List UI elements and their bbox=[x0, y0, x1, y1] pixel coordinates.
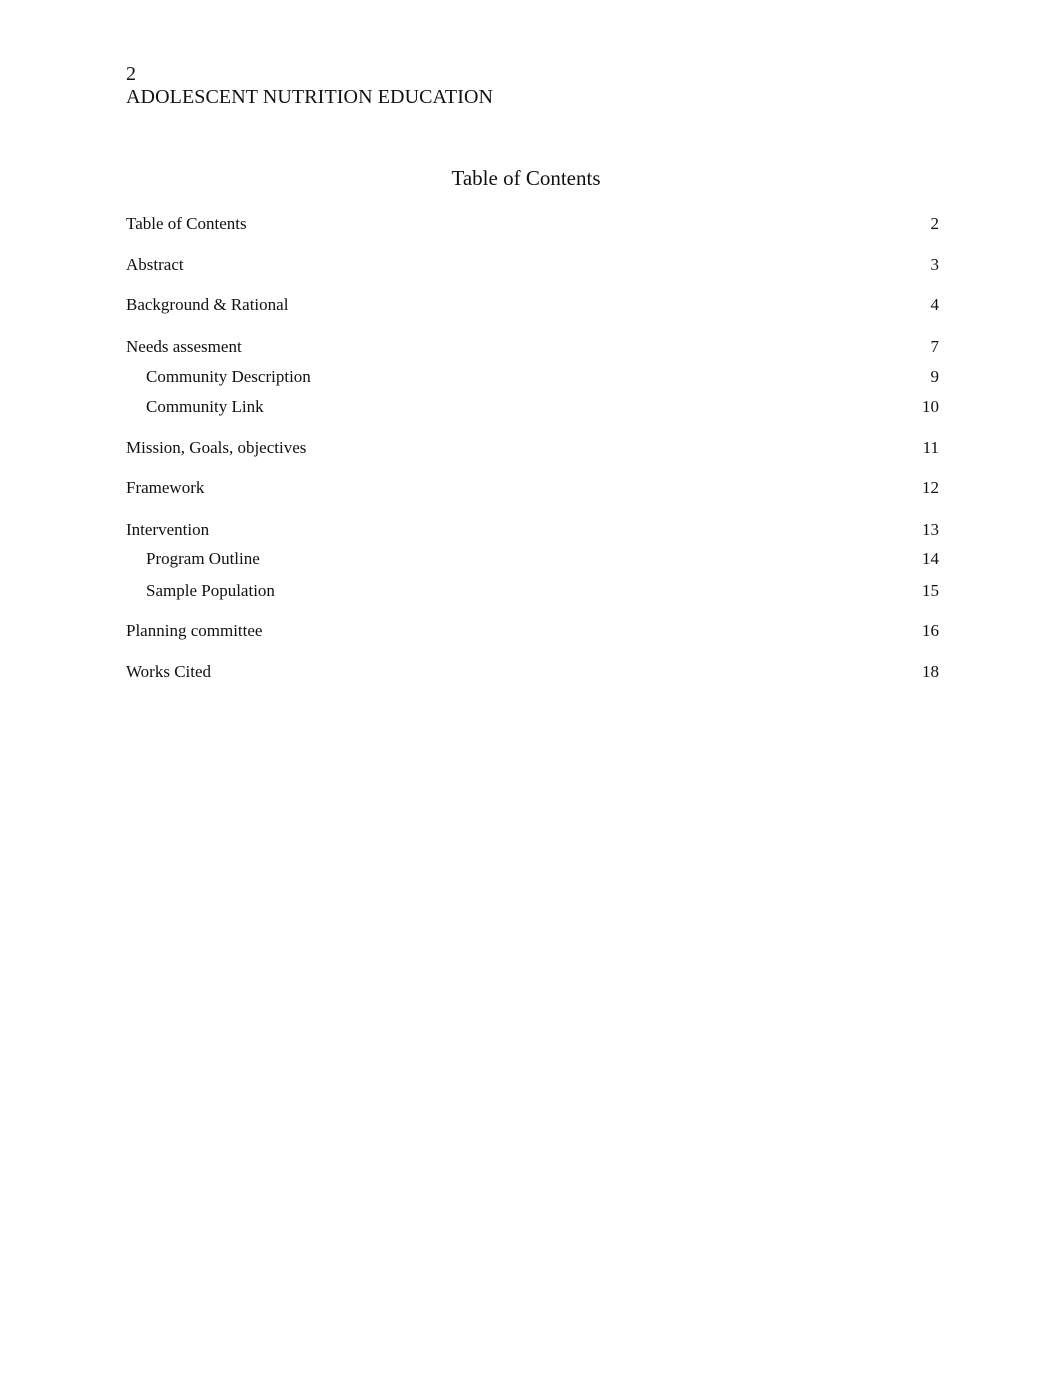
toc-entry-page: 11 bbox=[922, 438, 939, 457]
toc-entry-page: 3 bbox=[930, 255, 940, 274]
toc-entry-needs-assessment[interactable]: Needs assesment 7 bbox=[126, 336, 939, 358]
toc-entry-label: Framework bbox=[126, 478, 205, 497]
toc-entry-page: 10 bbox=[922, 397, 939, 416]
toc-entry-label: Abstract bbox=[126, 255, 184, 274]
page-number: 2 bbox=[126, 63, 136, 85]
toc-entry-label: Program Outline bbox=[146, 549, 260, 568]
toc-entry-label: Community Description bbox=[146, 367, 311, 386]
toc-entry-framework[interactable]: Framework 12 bbox=[126, 477, 939, 499]
toc-entry-page: 15 bbox=[922, 581, 939, 600]
toc-entry-background[interactable]: Background & Rational 4 bbox=[126, 294, 939, 316]
toc-entry-page: 7 bbox=[930, 337, 940, 356]
toc-entry-sample-population[interactable]: Sample Population 15 bbox=[126, 580, 939, 602]
toc-title: Table of Contents bbox=[451, 166, 601, 190]
toc-entry-page: 2 bbox=[930, 214, 940, 233]
toc-entry-label: Table of Contents bbox=[126, 214, 247, 233]
toc-entry-label: Community Link bbox=[146, 397, 264, 416]
toc-entry-label: Needs assesment bbox=[126, 337, 242, 356]
toc-entry-works-cited[interactable]: Works Cited 18 bbox=[126, 661, 939, 683]
toc-entry-label: Planning committee bbox=[126, 621, 263, 640]
toc-entry-abstract[interactable]: Abstract 3 bbox=[126, 254, 939, 276]
toc-entry-label: Intervention bbox=[126, 520, 210, 539]
toc-entry-label: Mission, Goals, objectives bbox=[126, 438, 307, 457]
toc-entry-label: Background & Rational bbox=[126, 295, 289, 314]
toc-entry-table-of-contents[interactable]: Table of Contents 2 bbox=[126, 213, 939, 235]
toc-entry-planning-committee[interactable]: Planning committee 16 bbox=[126, 620, 939, 642]
toc-entry-label: Works Cited bbox=[126, 662, 212, 681]
toc-entry-community-link[interactable]: Community Link 10 bbox=[126, 396, 939, 418]
toc-entry-intervention[interactable]: Intervention 13 bbox=[126, 519, 939, 541]
toc-entry-page: 12 bbox=[922, 478, 939, 497]
toc-entry-page: 9 bbox=[930, 367, 940, 386]
running-head: ADOLESCENT NUTRITION EDUCATION bbox=[126, 86, 494, 108]
toc-entry-page: 13 bbox=[922, 520, 939, 539]
toc-entry-program-outline[interactable]: Program Outline 14 bbox=[126, 548, 939, 570]
toc-entry-page: 18 bbox=[922, 662, 939, 681]
toc-entry-page: 14 bbox=[922, 549, 939, 568]
toc-entry-label: Sample Population bbox=[146, 581, 275, 600]
toc-entry-page: 4 bbox=[930, 295, 940, 314]
toc-entry-community-description[interactable]: Community Description 9 bbox=[126, 366, 939, 388]
toc-entry-page: 16 bbox=[922, 621, 939, 640]
toc-entry-mission[interactable]: Mission, Goals, objectives 11 bbox=[126, 437, 939, 459]
